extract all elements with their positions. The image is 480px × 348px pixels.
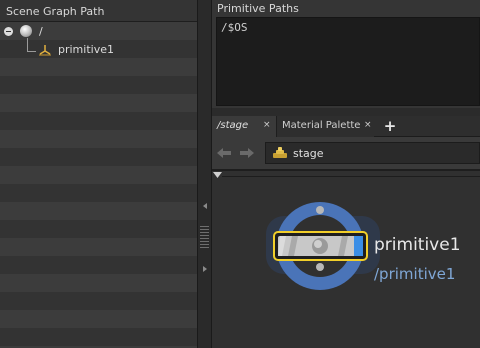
splitter-grip[interactable] xyxy=(200,226,209,248)
collapse-icon[interactable] xyxy=(4,27,13,36)
node-graph-canvas xyxy=(266,202,380,290)
node-input-connector xyxy=(316,206,324,214)
network-editor[interactable]: primitive1 /primitive1 xyxy=(212,171,480,348)
lop-network-icon xyxy=(273,147,287,158)
pane-splitter[interactable] xyxy=(197,0,212,348)
tab-material-palette[interactable]: Material Palette × xyxy=(276,116,374,137)
close-icon[interactable]: × xyxy=(263,120,271,130)
scene-graph-tree: / primitive1 xyxy=(0,22,197,348)
xform-primitive-icon xyxy=(39,45,51,56)
tree-row-root[interactable]: / xyxy=(0,22,197,40)
network-location-label: stage xyxy=(293,147,324,160)
splitter-arrow-icon[interactable] xyxy=(203,203,207,209)
tree-row-primitive1[interactable]: primitive1 xyxy=(0,40,197,58)
node-output-connector xyxy=(316,263,324,271)
panel-divider xyxy=(212,108,480,116)
close-icon[interactable]: × xyxy=(364,120,372,130)
add-tab-button[interactable]: + xyxy=(382,117,398,135)
node-display-flag xyxy=(354,236,363,256)
tree-item-label: primitive1 xyxy=(58,43,114,56)
tree-connector xyxy=(27,51,36,52)
primitive-paths-header: Primitive Paths xyxy=(212,0,480,17)
network-location-field[interactable]: stage xyxy=(265,142,480,164)
tab-stage[interactable]: /stage × xyxy=(212,116,276,137)
scene-graph-title: Scene Graph Path xyxy=(6,5,105,18)
primitive-paths-label: Primitive Paths xyxy=(217,2,299,15)
pane-tab-bar: /stage × Material Palette × + xyxy=(212,116,480,137)
node-primitive1[interactable] xyxy=(266,202,380,290)
tree-item-label: / xyxy=(39,25,43,38)
primitive-paths-field[interactable]: /$OS xyxy=(216,17,480,106)
splitter-arrow-icon[interactable] xyxy=(203,266,207,272)
forward-arrow-icon[interactable] xyxy=(239,146,255,160)
node-path-label: /primitive1 xyxy=(374,265,456,283)
network-path-bar: stage xyxy=(212,137,480,169)
root-sphere-icon xyxy=(20,25,32,37)
primitive-paths-panel: Primitive Paths /$OS xyxy=(212,0,480,108)
back-arrow-icon[interactable] xyxy=(216,146,232,160)
tab-label: /stage xyxy=(217,120,249,131)
scene-graph-panel: Scene Graph Path / primitive1 xyxy=(0,0,197,348)
tree-connector xyxy=(27,38,28,52)
scene-graph-header[interactable]: Scene Graph Path xyxy=(0,0,197,22)
tab-label: Material Palette xyxy=(282,120,361,131)
node-name-label[interactable]: primitive1 xyxy=(374,235,461,255)
